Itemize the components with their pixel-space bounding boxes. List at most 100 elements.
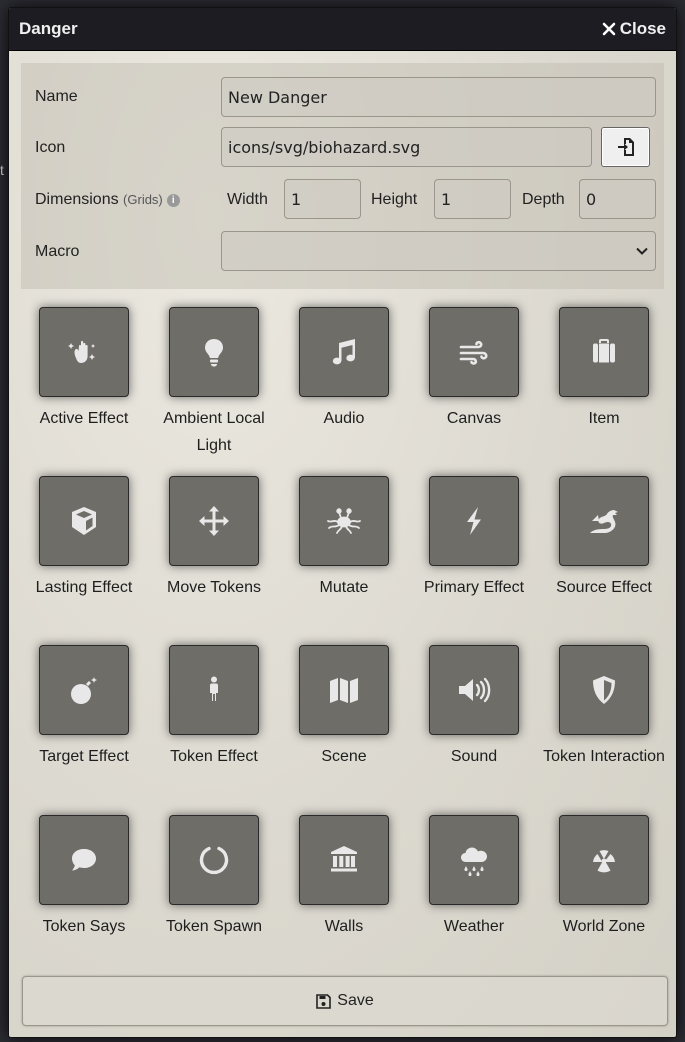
arrows-move-icon <box>199 506 229 536</box>
tile-active-effect[interactable]: Active Effect <box>19 307 149 432</box>
macro-label: Macro <box>35 243 80 260</box>
file-import-icon <box>617 138 634 156</box>
tile-button[interactable] <box>559 645 649 735</box>
wind-icon <box>459 340 488 365</box>
tile-button[interactable] <box>299 476 389 566</box>
tile-label: Canvas <box>446 410 502 427</box>
macro-select[interactable] <box>221 231 656 271</box>
tile-weather[interactable]: Weather <box>409 815 539 940</box>
dimensions-label: Dimensions (Grids) i <box>35 191 180 209</box>
icon-path-input[interactable]: icons/svg/biohazard.svg <box>221 127 592 167</box>
chevron-down-icon <box>636 247 648 255</box>
tile-source-effect[interactable]: Source Effect <box>539 476 669 601</box>
tile-label: Source Effect <box>556 579 652 596</box>
tile-primary-effect[interactable]: Primary Effect <box>409 476 539 601</box>
width-label: Width <box>227 191 268 208</box>
tile-button[interactable] <box>299 645 389 735</box>
close-icon <box>602 22 616 36</box>
tile-button[interactable] <box>559 307 649 397</box>
save-label: Save <box>337 992 374 1009</box>
danger-dialog: Danger Close Name New Danger Icon icons/… <box>8 7 677 1038</box>
tile-canvas[interactable]: Canvas <box>409 307 539 432</box>
tile-button[interactable] <box>169 307 259 397</box>
dragon-icon <box>590 510 618 533</box>
tile-button[interactable] <box>429 476 519 566</box>
width-input[interactable]: 1 <box>284 179 361 219</box>
tile-world-zone[interactable]: World Zone <box>539 815 669 940</box>
tile-label: Audio <box>323 410 365 427</box>
file-picker-button[interactable] <box>601 127 650 167</box>
tile-walls[interactable]: Walls <box>279 815 409 940</box>
tile-token-says[interactable]: Token Says <box>19 815 149 940</box>
tile-button[interactable] <box>559 476 649 566</box>
tile-label: Token Spawn <box>165 918 263 935</box>
tile-button[interactable] <box>169 476 259 566</box>
tile-button[interactable] <box>429 815 519 905</box>
tile-button[interactable] <box>169 815 259 905</box>
comment-icon <box>72 849 96 871</box>
tile-token-effect[interactable]: Token Effect <box>149 645 279 770</box>
tile-button[interactable] <box>299 815 389 905</box>
tile-button[interactable] <box>429 307 519 397</box>
landmark-icon <box>331 846 357 872</box>
height-label: Height <box>371 191 418 208</box>
tile-button[interactable] <box>169 645 259 735</box>
tile-label: Sound <box>450 748 498 765</box>
close-label: Close <box>619 19 666 38</box>
spaghetti-monster-icon <box>327 508 361 534</box>
tile-label: World Zone <box>562 918 646 935</box>
tile-scene[interactable]: Scene <box>279 645 409 770</box>
map-icon <box>330 678 358 703</box>
tile-button[interactable] <box>39 307 129 397</box>
danger-form: Name New Danger Icon icons/svg/biohazard… <box>21 63 664 289</box>
tile-sound[interactable]: Sound <box>409 645 539 770</box>
tile-label: Primary Effect <box>423 579 525 596</box>
dimensions-unit: (Grids) <box>123 192 163 207</box>
tile-button[interactable] <box>39 476 129 566</box>
tile-label: Active Effect <box>39 410 129 427</box>
shield-icon <box>593 676 615 704</box>
dialog-title: Danger <box>19 19 78 38</box>
name-input[interactable]: New Danger <box>221 77 656 117</box>
tile-token-interaction[interactable]: Token Interaction <box>539 645 669 770</box>
close-button[interactable]: Close <box>602 19 666 39</box>
radiation-icon <box>593 850 615 873</box>
volume-icon <box>459 677 491 703</box>
name-label: Name <box>35 88 78 105</box>
tile-label: Mutate <box>319 579 369 596</box>
tile-mutate[interactable]: Mutate <box>279 476 409 601</box>
icon-label: Icon <box>35 139 66 156</box>
person-icon <box>210 676 218 701</box>
suitcase-icon <box>593 339 615 363</box>
save-button[interactable]: Save <box>22 976 668 1026</box>
tile-token-spawn[interactable]: Token Spawn <box>149 815 279 940</box>
tile-button[interactable] <box>429 645 519 735</box>
tile-audio[interactable]: Audio <box>279 307 409 432</box>
info-icon[interactable]: i <box>166 194 180 207</box>
hand-sparkles-icon <box>68 340 95 363</box>
tile-button[interactable] <box>299 307 389 397</box>
music-icon <box>332 339 355 365</box>
height-input[interactable]: 1 <box>434 179 511 219</box>
tile-label: Token Effect <box>170 748 258 765</box>
tile-label: Target Effect <box>39 748 129 765</box>
tile-label: Move Tokens <box>167 579 261 596</box>
tile-item[interactable]: Item <box>539 307 669 432</box>
depth-input[interactable]: 0 <box>579 179 656 219</box>
tile-ambient-local-light[interactable]: Ambient Local Light <box>149 307 279 459</box>
tile-label: Item <box>588 410 620 427</box>
dialog-header: Danger Close <box>9 8 676 51</box>
tile-label: Ambient Local Light <box>163 410 265 454</box>
tile-label: Scene <box>321 748 367 765</box>
tile-button[interactable] <box>559 815 649 905</box>
tile-button[interactable] <box>39 645 129 735</box>
tile-label: Weather <box>443 918 505 935</box>
tile-label: Lasting Effect <box>35 579 133 596</box>
tile-move-tokens[interactable]: Move Tokens <box>149 476 279 601</box>
tile-label: Walls <box>324 918 364 935</box>
floppy-disk-icon <box>316 993 332 1009</box>
tile-button[interactable] <box>39 815 129 905</box>
tile-target-effect[interactable]: Target Effect <box>19 645 149 770</box>
tile-lasting-effect[interactable]: Lasting Effect <box>19 476 149 601</box>
bomb-icon <box>71 677 97 704</box>
